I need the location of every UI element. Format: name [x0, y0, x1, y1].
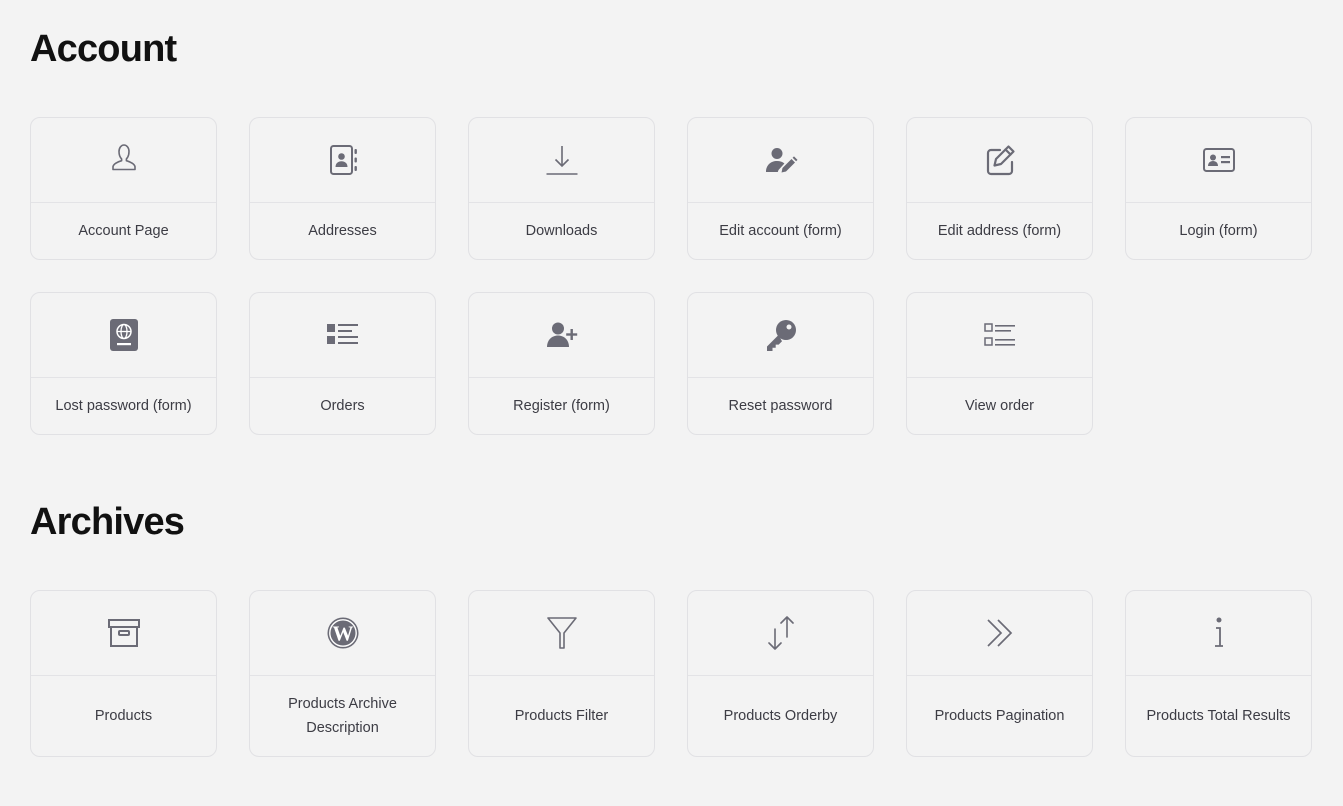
- widget-card-products-orderby[interactable]: Products Orderby: [687, 590, 874, 757]
- widget-card-label: Login (form): [1179, 223, 1258, 239]
- widget-panel: Account Account Page Addresses Downloads…: [0, 0, 1343, 806]
- user-edit-icon: [765, 148, 797, 173]
- widget-card-orders[interactable]: Orders: [249, 292, 436, 435]
- user-icon: [111, 144, 136, 171]
- widget-card-label: Products Total Results: [1146, 708, 1291, 724]
- widget-card-label: Downloads: [525, 223, 598, 239]
- info-icon: [1214, 617, 1223, 647]
- address-book-icon: [329, 145, 357, 175]
- edit-icon: [986, 145, 1015, 176]
- widget-card-label: Account Page: [78, 223, 169, 239]
- wordpress-icon: W: [327, 617, 358, 649]
- widget-card-label: Edit address (form): [937, 223, 1062, 239]
- double-chevron-right-icon: [986, 619, 1012, 647]
- user-plus-icon: [546, 322, 577, 347]
- section-title-archives: Archives: [30, 501, 185, 543]
- widget-card-label: Products Archive Description: [288, 696, 397, 736]
- widget-card-downloads[interactable]: Downloads: [468, 117, 655, 260]
- svg-text:W: W: [332, 622, 353, 646]
- widget-card-products-pagination[interactable]: Products Pagination: [906, 590, 1093, 757]
- widget-card-edit-address[interactable]: Edit address (form): [906, 117, 1093, 260]
- widget-card-label: Lost password (form): [55, 398, 192, 414]
- archives-widget-grid: Products W Products Archive Description …: [30, 590, 1312, 757]
- checklist-icon: [983, 323, 1015, 346]
- id-card-icon: [1202, 148, 1235, 172]
- key-icon: [766, 320, 796, 351]
- widget-card-view-order[interactable]: View order: [906, 292, 1093, 435]
- widget-card-label: Products: [94, 708, 153, 724]
- widget-card-label: Addresses: [308, 223, 377, 239]
- widget-card-edit-account[interactable]: Edit account (form): [687, 117, 874, 260]
- sort-arrows-icon: [767, 616, 794, 650]
- download-icon: [546, 146, 577, 175]
- widget-card-label: Register (form): [513, 398, 610, 414]
- filter-icon: [546, 617, 577, 649]
- widget-card-products-archive-description[interactable]: W Products Archive Description: [249, 590, 436, 757]
- widget-card-products-total-results[interactable]: Products Total Results: [1125, 590, 1312, 757]
- account-widget-grid: Account Page Addresses Downloads Edit ac…: [30, 117, 1312, 435]
- list-icon: [326, 324, 358, 344]
- widget-card-register[interactable]: Register (form): [468, 292, 655, 435]
- widget-card-reset-password[interactable]: Reset password: [687, 292, 874, 435]
- widget-card-login[interactable]: Login (form): [1125, 117, 1312, 260]
- widget-card-label: Reset password: [728, 398, 833, 414]
- widget-card-label: Products Filter: [514, 708, 609, 724]
- widget-card-account-page[interactable]: Account Page: [30, 117, 217, 260]
- widget-card-label: Edit account (form): [719, 223, 842, 239]
- widget-card-label: View order: [964, 398, 1035, 414]
- widget-card-addresses[interactable]: Addresses: [249, 117, 436, 260]
- passport-icon: [109, 319, 138, 351]
- widget-card-products[interactable]: Products: [30, 590, 217, 757]
- widget-card-lost-password[interactable]: Lost password (form): [30, 292, 217, 435]
- section-title-account: Account: [30, 28, 177, 70]
- archive-box-icon: [107, 619, 140, 647]
- widget-card-label: Products Orderby: [723, 708, 838, 724]
- widget-card-label: Orders: [320, 398, 365, 414]
- widget-card-label: Products Pagination: [934, 708, 1065, 724]
- widget-card-products-filter[interactable]: Products Filter: [468, 590, 655, 757]
